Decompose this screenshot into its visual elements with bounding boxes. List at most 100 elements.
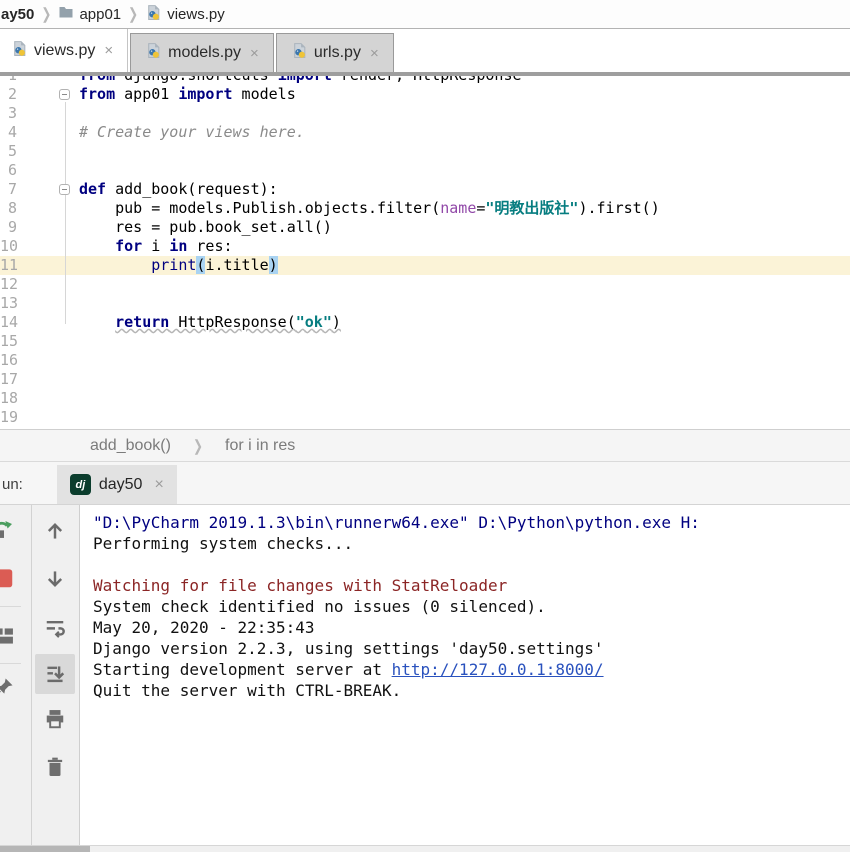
python-file-icon — [11, 40, 28, 62]
line-number: 19 — [0, 408, 17, 427]
line-number: 9 — [0, 218, 17, 237]
python-file-icon — [145, 42, 162, 64]
code-line — [79, 161, 660, 180]
breadcrumb-statement[interactable]: for i in res — [225, 437, 295, 455]
console-line: Starting development server at http://12… — [93, 659, 850, 680]
run-console-panel: "D:\PyCharm 2019.1.3\bin\runnerw64.exe" … — [0, 505, 850, 845]
line-number: 8 — [0, 199, 17, 218]
print-icon[interactable] — [43, 707, 67, 731]
toolbar-separator — [0, 606, 21, 607]
fold-marker-icon[interactable] — [59, 184, 70, 195]
code-line: pub = models.Publish.objects.filter(name… — [79, 199, 660, 218]
rerun-icon[interactable] — [0, 517, 16, 541]
code-line — [79, 427, 660, 429]
run-toolbar — [0, 505, 32, 845]
line-number: 13 — [0, 294, 17, 313]
chevron-right-icon: ❯ — [128, 5, 138, 23]
line-number: 4 — [0, 123, 17, 142]
line-number: 14 — [0, 313, 17, 332]
chevron-right-icon: ❯ — [193, 436, 203, 454]
fold-guide-line — [65, 102, 66, 324]
tab-models-py[interactable]: models.py× — [130, 33, 274, 72]
line-number: 16 — [0, 351, 17, 370]
editor-gutter: 1234567891011121314151617181920 — [0, 76, 17, 429]
soft-wrap-icon[interactable] — [43, 615, 67, 639]
chevron-right-icon: ❯ — [41, 5, 51, 23]
code-area: from django.shortcuts import render, Htt… — [79, 76, 660, 429]
python-file-icon — [291, 42, 308, 64]
code-line — [79, 104, 660, 123]
editor-breadcrumbs: add_book() ❯ for i in res — [0, 429, 850, 461]
breadcrumb-project[interactable]: ay50 — [1, 6, 34, 23]
folder-icon — [58, 4, 74, 24]
down-arrow-icon[interactable] — [43, 567, 67, 591]
server-url-link[interactable]: http://127.0.0.1:8000/ — [392, 660, 604, 679]
close-icon[interactable]: × — [370, 45, 379, 62]
line-number: 18 — [0, 389, 17, 408]
console-line: May 20, 2020 - 22:35:43 — [93, 617, 850, 638]
code-line: return HttpResponse("ok") — [79, 313, 660, 332]
editor-tabbar: views.py×models.py×urls.py× — [0, 29, 850, 76]
clear-icon[interactable] — [43, 755, 67, 779]
code-line: print(i.title) — [79, 256, 660, 275]
breadcrumb-function[interactable]: add_book() — [90, 437, 171, 455]
close-icon[interactable]: × — [154, 476, 163, 494]
code-line: res = pub.book_set.all() — [79, 218, 660, 237]
breadcrumb-package[interactable]: app01 — [58, 4, 121, 24]
code-line: from django.shortcuts import render, Htt… — [79, 76, 660, 85]
line-number: 2 — [0, 85, 17, 104]
python-file-icon — [145, 4, 162, 25]
breadcrumb-file[interactable]: views.py — [145, 4, 225, 25]
console-output[interactable]: "D:\PyCharm 2019.1.3\bin\runnerw64.exe" … — [80, 505, 850, 845]
scroll-to-end-icon[interactable] — [35, 654, 75, 694]
code-line — [79, 351, 660, 370]
line-number: 15 — [0, 332, 17, 351]
code-line: for i in res: — [79, 237, 660, 256]
tab-views-py[interactable]: views.py× — [0, 29, 128, 72]
up-arrow-icon[interactable] — [43, 519, 67, 543]
console-toolbar — [32, 505, 80, 845]
navigation-bar: ay50 ❯ app01 ❯ views.py — [0, 0, 850, 29]
pin-icon[interactable] — [0, 675, 16, 699]
console-line: Django version 2.2.3, using settings 'da… — [93, 638, 850, 659]
line-number: 11 — [0, 256, 17, 275]
run-label: un: — [2, 476, 23, 493]
console-line: Performing system checks... — [93, 533, 850, 554]
code-line — [79, 294, 660, 313]
console-line — [93, 554, 850, 575]
line-number: 3 — [0, 104, 17, 123]
console-line: System check identified no issues (0 sil… — [93, 596, 850, 617]
run-tab-day50[interactable]: dj day50 × — [57, 465, 177, 504]
fold-marker-icon[interactable] — [59, 89, 70, 100]
console-line: Quit the server with CTRL-BREAK. — [93, 680, 850, 701]
run-toolwindow-header: un: dj day50 × — [0, 461, 850, 505]
code-line — [79, 370, 660, 389]
close-icon[interactable]: × — [250, 45, 259, 62]
line-number: 6 — [0, 161, 17, 180]
run-tab-label: day50 — [99, 476, 143, 494]
code-editor[interactable]: 1234567891011121314151617181920 from dja… — [0, 76, 850, 429]
restore-layout-icon[interactable] — [0, 624, 16, 648]
code-line: from app01 import models — [79, 85, 660, 104]
close-icon[interactable]: × — [104, 42, 113, 59]
line-number: 5 — [0, 142, 17, 161]
code-line — [79, 332, 660, 351]
line-number: 20 — [0, 427, 17, 429]
horizontal-scrollbar[interactable] — [0, 845, 850, 852]
code-line — [79, 275, 660, 294]
line-number: 7 — [0, 180, 17, 199]
line-number: 17 — [0, 370, 17, 389]
stop-icon[interactable] — [0, 567, 16, 591]
tab-urls-py[interactable]: urls.py× — [276, 33, 394, 72]
code-line — [79, 389, 660, 408]
code-line: # Create your views here. — [79, 123, 660, 142]
django-icon: dj — [70, 474, 91, 495]
line-number: 1 — [0, 76, 17, 85]
code-line: def add_book(request): — [79, 180, 660, 199]
scrollbar-thumb[interactable] — [0, 846, 90, 852]
code-line — [79, 142, 660, 161]
line-number: 10 — [0, 237, 17, 256]
console-line: Watching for file changes with StatReloa… — [93, 575, 850, 596]
line-number: 12 — [0, 275, 17, 294]
console-line: "D:\PyCharm 2019.1.3\bin\runnerw64.exe" … — [93, 512, 850, 533]
